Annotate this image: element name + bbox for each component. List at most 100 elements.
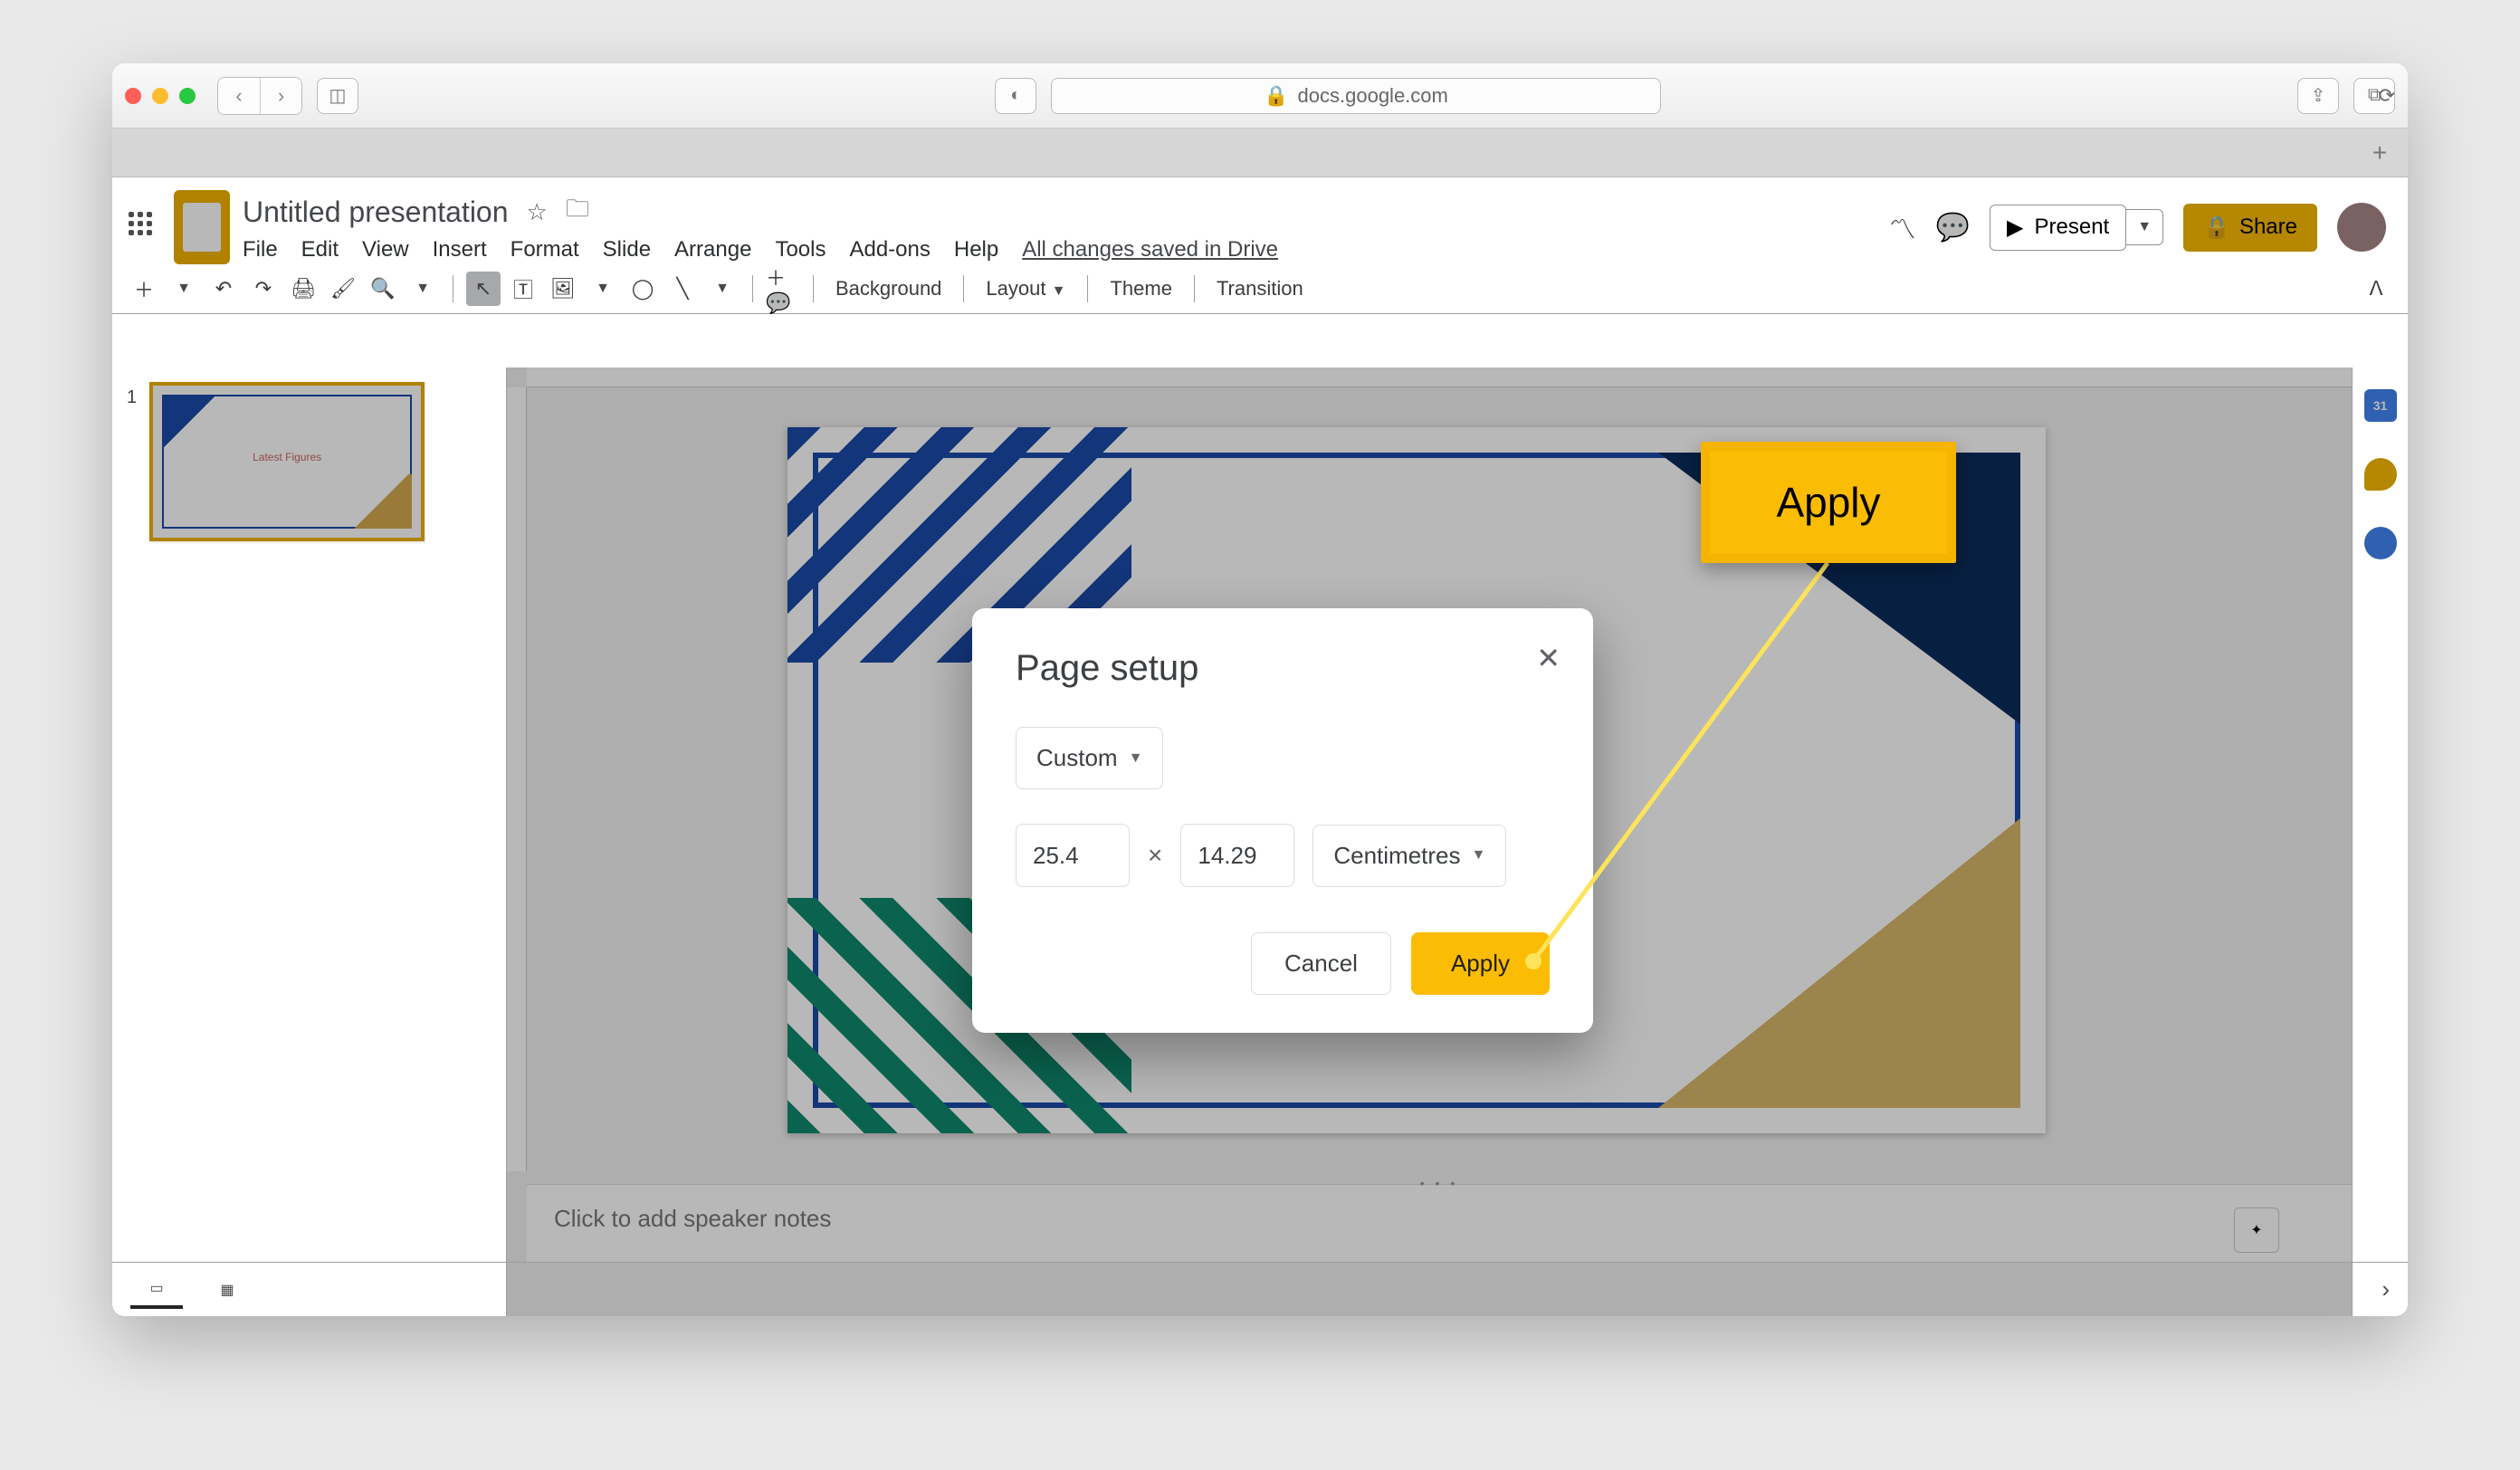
apply-button[interactable]: Apply bbox=[1411, 932, 1550, 995]
reload-icon[interactable]: ⟳ bbox=[2379, 84, 2395, 108]
slide-number: 1 bbox=[127, 382, 137, 541]
forward-button[interactable]: › bbox=[260, 78, 301, 114]
explore-button[interactable]: ✦ bbox=[2234, 1208, 2279, 1253]
unit-value: Centimetres bbox=[1333, 842, 1460, 870]
textbox-tool[interactable]: 🅃 bbox=[506, 272, 540, 306]
chevron-down-icon: ▼ bbox=[1472, 847, 1486, 864]
share-label: Share bbox=[2239, 215, 2297, 240]
document-title[interactable]: Untitled presentation bbox=[243, 196, 509, 229]
drive-status[interactable]: All changes saved in Drive bbox=[1022, 237, 1278, 262]
new-tab-button[interactable]: + bbox=[2364, 138, 2395, 168]
dialog-title: Page setup bbox=[1016, 648, 1550, 689]
theme-button[interactable]: Theme bbox=[1101, 277, 1180, 301]
lock-icon: 🔒 bbox=[2203, 215, 2230, 241]
menu-tools[interactable]: Tools bbox=[775, 237, 826, 262]
browser-window: ‹ › ◫ ◐ 🔒 docs.google.com ⟳ ⇪ ⧉ + bbox=[112, 63, 2408, 1316]
menu-addons[interactable]: Add-ons bbox=[849, 237, 930, 262]
size-mode-value: Custom bbox=[1036, 744, 1118, 772]
menu-edit[interactable]: Edit bbox=[301, 237, 339, 262]
traffic-lights bbox=[125, 88, 196, 104]
zoom-dropdown[interactable]: ▼ bbox=[406, 272, 440, 306]
menu-view[interactable]: View bbox=[362, 237, 409, 262]
width-input[interactable] bbox=[1016, 824, 1130, 887]
site-settings-icon[interactable]: ◐ bbox=[995, 78, 1036, 114]
url-text: docs.google.com bbox=[1298, 84, 1448, 108]
menu-help[interactable]: Help bbox=[954, 237, 998, 262]
slides-logo-icon[interactable] bbox=[174, 190, 230, 264]
present-dropdown[interactable]: ▼ bbox=[2126, 209, 2163, 245]
close-window-icon[interactable] bbox=[125, 88, 141, 104]
side-panel bbox=[2352, 368, 2408, 1316]
shape-tool[interactable]: ◯ bbox=[625, 272, 660, 306]
image-dropdown[interactable]: ▼ bbox=[586, 272, 620, 306]
google-apps-icon[interactable] bbox=[125, 208, 156, 239]
line-dropdown[interactable]: ▼ bbox=[705, 272, 740, 306]
menu-slide[interactable]: Slide bbox=[603, 237, 651, 262]
activity-icon[interactable]: 〽 bbox=[1889, 207, 1916, 247]
star-icon[interactable]: ☆ bbox=[527, 198, 548, 226]
present-icon: ▶ bbox=[2007, 215, 2023, 241]
close-icon[interactable]: ✕ bbox=[1536, 641, 1561, 675]
chevron-down-icon: ▼ bbox=[1129, 750, 1143, 767]
slide-thumbnail-1[interactable]: Latest Figures bbox=[149, 382, 425, 541]
menu-insert[interactable]: Insert bbox=[433, 237, 487, 262]
share-page-icon[interactable]: ⇪ bbox=[2297, 78, 2339, 114]
present-button[interactable]: ▶ Present bbox=[1990, 205, 2126, 251]
address-bar[interactable]: 🔒 docs.google.com ⟳ bbox=[1051, 78, 1660, 114]
new-slide-button[interactable]: ＋ bbox=[127, 272, 161, 306]
cancel-button[interactable]: Cancel bbox=[1251, 932, 1391, 995]
fullscreen-window-icon[interactable] bbox=[179, 88, 196, 104]
unit-select[interactable]: Centimetres ▼ bbox=[1312, 825, 1506, 887]
new-slide-dropdown[interactable]: ▼ bbox=[167, 272, 201, 306]
ruler-horizontal bbox=[527, 368, 2352, 387]
share-button[interactable]: 🔒 Share bbox=[2183, 204, 2317, 252]
filmstrip-view-icon[interactable]: ▭ bbox=[130, 1271, 183, 1309]
minimize-window-icon[interactable] bbox=[152, 88, 168, 104]
page-setup-dialog: Page setup ✕ Custom ▼ × Centimetres ▼ Ca… bbox=[972, 608, 1593, 1033]
undo-button[interactable]: ↶ bbox=[206, 272, 241, 306]
line-tool[interactable]: ╲ bbox=[665, 272, 700, 306]
move-folder-icon[interactable]: 🗀 bbox=[566, 192, 589, 232]
size-mode-select[interactable]: Custom ▼ bbox=[1016, 727, 1163, 789]
menu-file[interactable]: File bbox=[243, 237, 278, 262]
dialog-actions: Cancel Apply bbox=[1016, 932, 1550, 995]
keep-icon[interactable] bbox=[2364, 458, 2397, 491]
tasks-icon[interactable] bbox=[2364, 527, 2397, 559]
dimensions-row: × Centimetres ▼ bbox=[1016, 824, 1550, 887]
image-tool[interactable]: 🖼 bbox=[546, 272, 580, 306]
transition-button[interactable]: Transition bbox=[1208, 277, 1312, 301]
bottom-bar: ▭ ▦ › bbox=[112, 1262, 2408, 1316]
next-slide-button[interactable]: › bbox=[2382, 1275, 2390, 1303]
present-label: Present bbox=[2035, 215, 2110, 240]
account-avatar[interactable] bbox=[2337, 203, 2386, 252]
calendar-icon[interactable] bbox=[2364, 389, 2397, 422]
callout-label: Apply bbox=[1776, 478, 1880, 527]
toolbar: ＋ ▼ ↶ ↷ 🖨 🖌 🔍 ▼ ↖ 🅃 🖼 ▼ ◯ ╲ ▼ ＋💬 Backgr bbox=[112, 264, 2408, 314]
callout-highlight: Apply bbox=[1701, 442, 1956, 563]
add-comment-button[interactable]: ＋💬 bbox=[766, 272, 800, 306]
background-button[interactable]: Background bbox=[826, 277, 950, 301]
paint-format-button[interactable]: 🖌 bbox=[326, 272, 360, 306]
zoom-button[interactable]: 🔍 bbox=[366, 272, 400, 306]
tab-strip: + bbox=[112, 129, 2408, 177]
ruler-vertical bbox=[507, 387, 527, 1171]
menu-format[interactable]: Format bbox=[511, 237, 579, 262]
comments-icon[interactable]: 💬 bbox=[1936, 212, 1970, 243]
slides-app: Untitled presentation ☆ 🗀 File Edit View… bbox=[112, 177, 2408, 1316]
grid-view-icon[interactable]: ▦ bbox=[201, 1271, 253, 1309]
slide-decor-br bbox=[1658, 818, 2020, 1108]
back-button[interactable]: ‹ bbox=[218, 78, 260, 114]
speaker-notes[interactable]: • • • Click to add speaker notes bbox=[527, 1184, 2352, 1262]
height-input[interactable] bbox=[1180, 824, 1294, 887]
menu-arrange[interactable]: Arrange bbox=[674, 237, 751, 262]
app-header: Untitled presentation ☆ 🗀 File Edit View… bbox=[112, 177, 2408, 264]
collapse-toolbar-button[interactable]: ᐱ bbox=[2359, 272, 2393, 306]
sidebar-toggle-icon[interactable]: ◫ bbox=[317, 78, 358, 114]
select-tool[interactable]: ↖ bbox=[466, 272, 501, 306]
browser-toolbar: ‹ › ◫ ◐ 🔒 docs.google.com ⟳ ⇪ ⧉ bbox=[112, 63, 2408, 129]
notes-resize-handle[interactable]: • • • bbox=[1420, 1176, 1458, 1190]
print-button[interactable]: 🖨 bbox=[286, 272, 320, 306]
notes-placeholder: Click to add speaker notes bbox=[554, 1205, 831, 1232]
layout-button[interactable]: Layout ▼ bbox=[977, 277, 1074, 301]
redo-button[interactable]: ↷ bbox=[246, 272, 281, 306]
